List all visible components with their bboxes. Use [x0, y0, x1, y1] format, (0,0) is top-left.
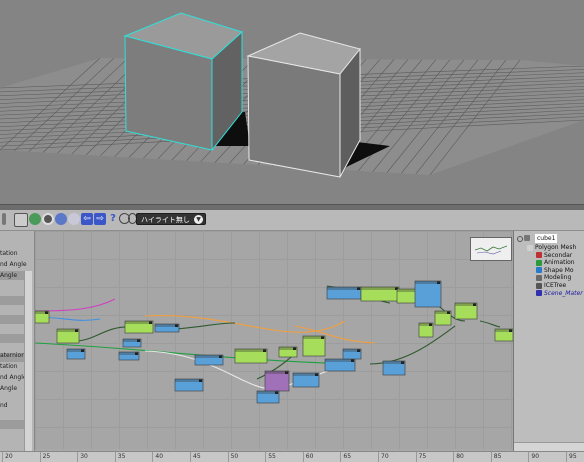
modeling-icon — [536, 274, 542, 281]
secondary-shape-icon — [536, 252, 542, 259]
ruler-tick-label: 25 — [42, 453, 51, 460]
explorer-panel: cube1 Polygon Mesh Secondar Animation Shape… — [513, 231, 584, 451]
ice-node[interactable] — [434, 310, 452, 326]
lock-icon[interactable] — [14, 213, 28, 227]
ice-node[interactable] — [342, 348, 362, 360]
toolbar-grip — [2, 213, 6, 225]
ice-node[interactable] — [35, 310, 50, 324]
ruler-tick-label: 30 — [80, 453, 88, 460]
graph-wire — [174, 322, 236, 330]
cube-icon — [524, 235, 530, 241]
explorer-horizontal-scrollbar[interactable] — [514, 442, 584, 451]
material-icon — [536, 290, 542, 297]
graph-wire — [74, 326, 131, 342]
timeline-ruler[interactable]: 20 25 30 35 40 45 50 55 60 65 70 75 80 85 90 95 — [0, 451, 584, 462]
ice-node[interactable] — [360, 286, 400, 302]
graph-minimap[interactable] — [470, 237, 512, 261]
ice-node[interactable] — [278, 346, 298, 358]
ice-node[interactable] — [234, 348, 268, 364]
ice-node[interactable] — [494, 328, 513, 342]
3d-viewport[interactable] — [0, 0, 584, 204]
record-icon[interactable] — [42, 213, 54, 225]
disc-icon[interactable] — [68, 213, 80, 225]
sphere-icon[interactable] — [55, 213, 67, 225]
explorer-item[interactable]: Scene_Mater — [544, 289, 583, 298]
ice-graph-canvas[interactable] — [35, 231, 513, 449]
ice-node[interactable] — [414, 280, 442, 308]
shape-modeling-icon — [536, 267, 542, 274]
ice-node[interactable] — [56, 328, 80, 344]
highlight-dropdown-value: ハイライト無し — [141, 216, 190, 224]
ruler-tick-label: 50 — [230, 453, 239, 460]
ruler-tick-label: 75 — [418, 453, 427, 460]
ruler-tick-label: 45 — [193, 453, 201, 460]
preset-item[interactable]: nd Angle — [0, 260, 30, 269]
ice-node[interactable] — [124, 320, 154, 334]
viewport-scene — [0, 12, 584, 178]
ruler-tick-label: 35 — [117, 453, 126, 460]
ice-node[interactable] — [264, 370, 290, 392]
ice-node[interactable] — [66, 348, 86, 360]
ice-node[interactable] — [194, 354, 224, 366]
ice-toolbar: ⇦ ⇨ ? ハイライト無し ▼ — [0, 210, 584, 231]
ruler-tick-label: 60 — [305, 453, 314, 460]
ice-graph — [35, 280, 513, 404]
ice-node[interactable] — [418, 322, 434, 338]
ruler-tick-label: 20 — [5, 453, 13, 460]
ruler-tick-label: 65 — [343, 453, 352, 460]
ice-tree-panel: ⇦ ⇨ ? ハイライト無し ▼ tation nd Angle Angle atern… — [0, 210, 584, 462]
ice-node[interactable] — [326, 286, 362, 300]
help-icon[interactable]: ? — [107, 213, 119, 225]
preset-scrollbar[interactable] — [24, 271, 32, 461]
ice-node[interactable] — [302, 335, 326, 357]
ice-node[interactable] — [122, 338, 142, 348]
highlight-dropdown[interactable]: ハイライト無し ▼ — [136, 213, 206, 225]
refresh-icon[interactable] — [29, 213, 41, 225]
ice-node[interactable] — [118, 351, 140, 361]
ice-node[interactable] — [256, 390, 280, 404]
ice-node[interactable] — [382, 360, 406, 376]
graph-wire — [369, 325, 456, 365]
animation-icon — [536, 259, 542, 266]
graph-wire — [479, 320, 501, 328]
ice-node[interactable] — [174, 378, 204, 392]
ruler-tick-label: 80 — [456, 453, 464, 460]
arrow-right-icon[interactable]: ⇨ — [94, 213, 106, 225]
ice-node[interactable] — [324, 358, 356, 372]
preset-list: tation nd Angle Angle aternion tation nd Angl… — [0, 231, 35, 461]
graph-wire — [35, 298, 116, 312]
ice-node[interactable] — [154, 323, 180, 333]
ruler-tick-label: 70 — [381, 453, 389, 460]
ice-node[interactable] — [454, 302, 478, 320]
ruler-tick-label: 40 — [155, 453, 164, 460]
explorer-root-label[interactable]: cube1 — [535, 234, 558, 243]
chevron-down-icon: ▼ — [194, 215, 203, 224]
cube-left[interactable] — [123, 12, 243, 152]
ruler-tick-label: 95 — [569, 453, 577, 460]
cube-right[interactable] — [246, 32, 361, 178]
preset-item[interactable]: tation — [0, 249, 30, 258]
arrow-left-icon[interactable]: ⇦ — [81, 213, 93, 225]
ruler-tick-label: 90 — [531, 453, 540, 460]
mesh-icon — [527, 244, 533, 251]
ice-node[interactable] — [292, 372, 320, 388]
ruler-tick-label: 55 — [268, 453, 276, 460]
expand-icon[interactable] — [517, 236, 523, 242]
ruler-tick-label: 85 — [493, 453, 502, 460]
icetree-icon — [536, 282, 542, 289]
minimap-preview — [474, 245, 508, 255]
